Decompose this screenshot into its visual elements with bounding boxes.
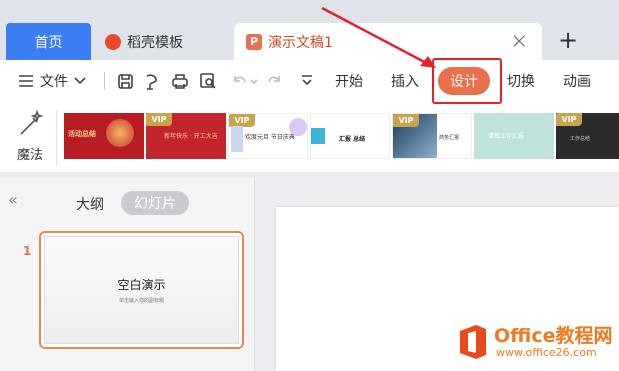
decoration-shape bbox=[311, 128, 325, 144]
file-menu[interactable]: 文件 bbox=[18, 60, 86, 102]
undo-button[interactable] bbox=[231, 60, 259, 102]
file-menu-label: 文件 bbox=[40, 74, 68, 90]
chevron-down-icon bbox=[74, 77, 86, 85]
magic-wand-icon bbox=[20, 109, 44, 135]
menu-transition-label: 切换 bbox=[507, 74, 535, 90]
template-text: 活动总结 bbox=[68, 130, 96, 138]
tab-bar: 首页 稻壳模板 P 演示文稿1 × + bbox=[0, 0, 619, 60]
undo-icon bbox=[234, 76, 258, 85]
menu-start-label: 开始 bbox=[335, 74, 363, 90]
print-preview-button[interactable] bbox=[199, 60, 217, 102]
magic-button[interactable]: 魔法 bbox=[10, 108, 50, 168]
menu-start[interactable]: 开始 bbox=[335, 60, 363, 102]
template-thumbnail[interactable]: VIP 新年快乐 · 开工大吉 bbox=[146, 113, 226, 159]
vip-badge: VIP bbox=[146, 113, 172, 126]
format-painter-icon bbox=[146, 73, 157, 90]
decoration-shape bbox=[231, 126, 243, 152]
magic-label: 魔法 bbox=[16, 148, 43, 163]
new-tab-icon[interactable]: + bbox=[558, 26, 578, 54]
annotation-highlight-box bbox=[432, 58, 502, 104]
slide-subtitle: 单击输入你的副标题 bbox=[118, 298, 164, 304]
tab-document-label: 演示文稿1 bbox=[268, 34, 333, 51]
menu-animation[interactable]: 动画 bbox=[563, 60, 591, 102]
tab-outline[interactable]: 大纲 bbox=[76, 194, 104, 214]
tab-home-label: 首页 bbox=[34, 34, 63, 51]
hamburger-icon bbox=[19, 75, 33, 87]
template-text: 新年快乐 · 开工大吉 bbox=[164, 133, 218, 140]
tab-slides[interactable]: 幻灯片 bbox=[121, 191, 189, 215]
collapse-panel-icon[interactable]: « bbox=[8, 190, 18, 209]
template-thumbnail[interactable]: VIP 工作总结 bbox=[556, 113, 619, 159]
close-tab-icon[interactable]: × bbox=[510, 29, 528, 54]
office-logo-icon bbox=[460, 325, 486, 359]
slide-thumbnail[interactable]: 空白演示 单击输入你的副标题 bbox=[39, 231, 244, 349]
menu-animation-label: 动画 bbox=[563, 74, 591, 90]
menu-insert[interactable]: 插入 bbox=[391, 60, 419, 102]
watermark-url: www.office26.com bbox=[496, 346, 597, 359]
save-icon bbox=[118, 73, 133, 89]
quick-access-more[interactable] bbox=[300, 60, 314, 102]
template-text: 清新工作汇报 bbox=[488, 133, 525, 140]
daoke-logo-icon bbox=[105, 33, 121, 50]
tab-daoke-templates[interactable]: 稻壳模板 bbox=[95, 23, 229, 60]
flower-icon bbox=[106, 119, 134, 147]
watermark: Office教程网 www.office26.com bbox=[452, 315, 619, 371]
slide-number: 1 bbox=[23, 244, 32, 258]
presentation-file-icon: P bbox=[246, 33, 262, 50]
watermark-brand: Office教程网 bbox=[494, 325, 613, 347]
tab-home[interactable]: 首页 bbox=[6, 23, 91, 60]
template-thumbnail[interactable]: 汇报 总结 bbox=[310, 113, 390, 159]
tab-daoke-label: 稻壳模板 bbox=[127, 34, 183, 51]
vip-badge: VIP bbox=[393, 114, 419, 127]
decoration-shape bbox=[289, 118, 307, 136]
divider bbox=[104, 72, 105, 90]
print-button[interactable] bbox=[171, 60, 189, 102]
template-text: 商务汇报 bbox=[439, 135, 460, 141]
template-thumbnail[interactable]: 活动总结 bbox=[64, 113, 144, 159]
print-icon bbox=[172, 73, 188, 89]
slide-title: 空白演示 bbox=[117, 278, 166, 292]
expand-more-icon bbox=[302, 75, 312, 86]
save-button[interactable] bbox=[117, 60, 134, 102]
tab-document[interactable]: P 演示文稿1 × bbox=[234, 23, 542, 60]
template-text: 工作总结 bbox=[570, 136, 591, 142]
template-thumbnail[interactable]: VIP 欢度元旦 节日庆典 bbox=[228, 113, 308, 159]
vip-badge: VIP bbox=[556, 113, 582, 126]
print-preview-icon bbox=[200, 73, 216, 89]
redo-icon bbox=[268, 76, 280, 83]
redo-button[interactable] bbox=[265, 60, 283, 102]
menu-transition[interactable]: 切换 bbox=[507, 60, 535, 102]
format-painter-button[interactable] bbox=[144, 60, 161, 102]
template-text: 欢度元旦 节日庆典 bbox=[245, 134, 295, 141]
template-thumbnail[interactable]: VIP 商务汇报 bbox=[392, 113, 472, 159]
slide-thumbnail-content: 空白演示 单击输入你的副标题 bbox=[44, 236, 239, 344]
menu-toolbar: 文件 开始 插入 切换 动画 bbox=[0, 60, 619, 102]
template-thumbnail[interactable]: 清新工作汇报 bbox=[474, 113, 554, 159]
menu-insert-label: 插入 bbox=[391, 74, 419, 90]
divider bbox=[56, 110, 57, 166]
template-text: 汇报 总结 bbox=[339, 136, 366, 143]
